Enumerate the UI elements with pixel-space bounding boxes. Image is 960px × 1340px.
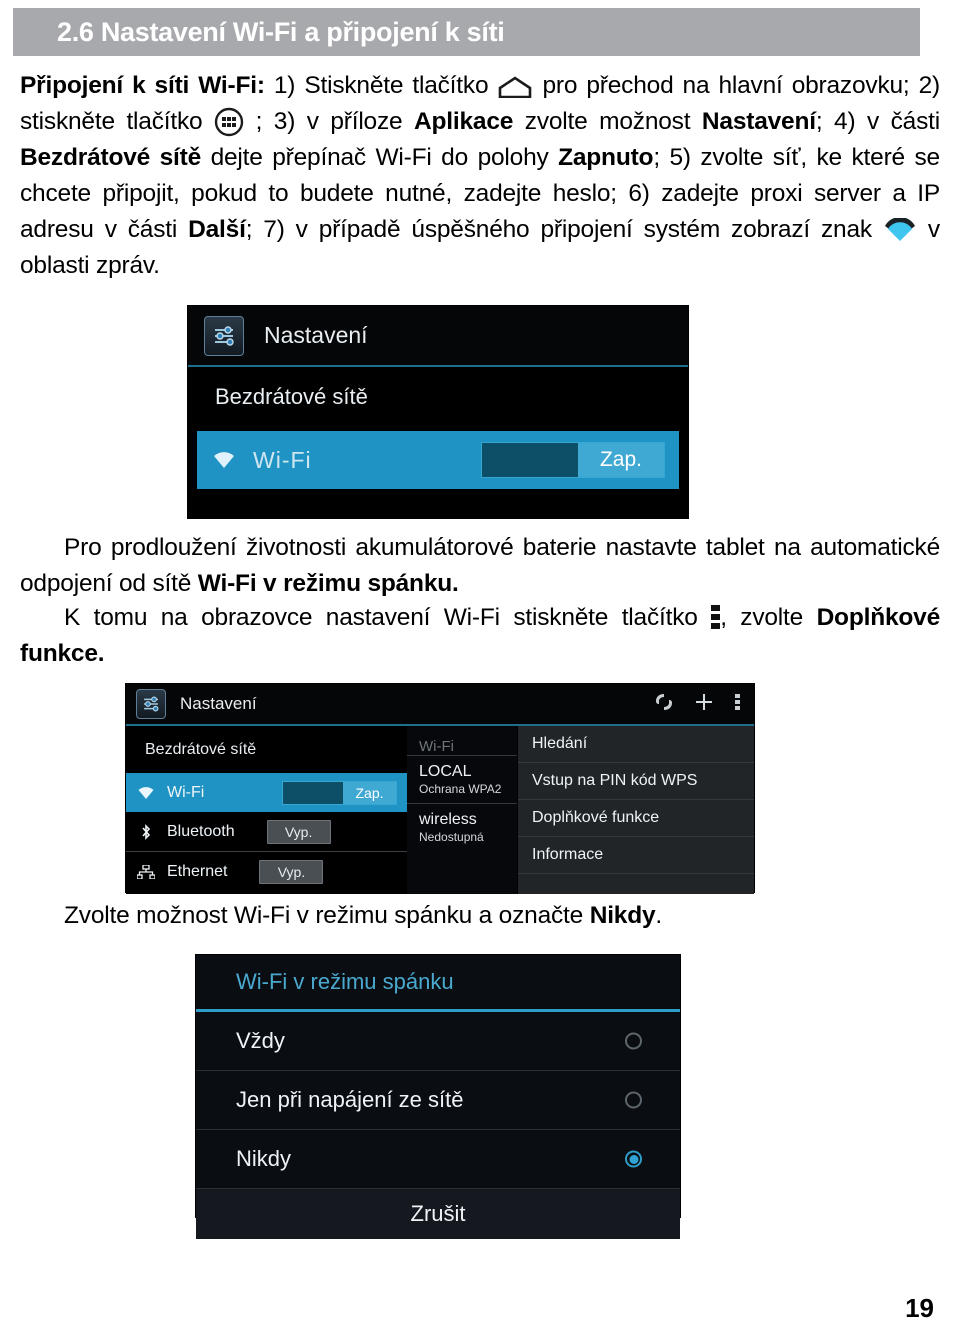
network-status: Ochrana WPA2 bbox=[419, 782, 502, 796]
p1-d: zvolte možnost bbox=[513, 108, 702, 135]
row-label: Wi-Fi bbox=[167, 783, 205, 801]
p1-bold-dalsi: Další bbox=[188, 216, 246, 243]
menu-item-informace[interactable]: Informace bbox=[518, 837, 754, 874]
network-item[interactable]: LOCAL Ochrana WPA2 bbox=[407, 755, 517, 803]
network-list: Wi-Fi LOCAL Ochrana WPA2 wireless Nedost… bbox=[407, 726, 517, 894]
ethernet-toggle[interactable]: Vyp. bbox=[259, 859, 324, 884]
home-icon bbox=[497, 76, 533, 98]
p1-bold-aplikace: Aplikace bbox=[414, 108, 514, 135]
settings-sliders-icon bbox=[136, 689, 166, 719]
p3-c: funkce. bbox=[20, 640, 105, 667]
app-bar-title: Nastavení bbox=[264, 322, 368, 348]
wifi-toggle[interactable]: Zap. bbox=[282, 780, 397, 805]
section-label: Bezdrátové sítě bbox=[215, 384, 368, 409]
p1-bold-zapnuto: Zapnuto bbox=[558, 144, 654, 171]
section-label: Bezdrátové sítě bbox=[145, 740, 257, 758]
option-jen-pri-napajeni[interactable]: Jen při napájení ze sítě bbox=[196, 1071, 680, 1130]
p1-e: ; 4) v části bbox=[815, 108, 940, 135]
network-name: LOCAL bbox=[419, 763, 472, 780]
row-wifi[interactable]: Wi-Fi Zap. bbox=[126, 773, 407, 812]
option-label: Jen při napájení ze sítě bbox=[236, 1087, 464, 1112]
p2-a: Pro prodloužení životnosti akumulátorové… bbox=[20, 534, 940, 597]
wifi-icon bbox=[211, 451, 237, 469]
page-number: 19 bbox=[905, 1293, 934, 1323]
p1-f: dejte přepínač Wi-Fi do polohy bbox=[201, 144, 559, 171]
option-nikdy[interactable]: Nikdy bbox=[196, 1130, 680, 1189]
settings-body: Bezdrátové sítě Wi-Fi Zap. Bluetooth Vyp… bbox=[126, 726, 754, 894]
app-bar-title: Nastavení bbox=[180, 694, 257, 713]
row-label: Ethernet bbox=[167, 862, 228, 880]
p3-a: K tomu na obrazovce nastavení Wi-Fi stis… bbox=[64, 604, 712, 631]
p3-bold-doplnkove: Doplňkové bbox=[816, 604, 941, 631]
p4-a: Zvolte možnost Wi-Fi v režimu spánku a o… bbox=[64, 902, 590, 929]
wifi-toggle-state: Zap. bbox=[578, 443, 664, 477]
p3-b: , zvolte bbox=[720, 604, 817, 631]
wifi-toggle[interactable]: Zap. bbox=[481, 442, 665, 478]
row-label: Bluetooth bbox=[167, 822, 235, 840]
p1-h: ; 7) v případě úspěšného připojení systé… bbox=[245, 216, 883, 243]
section-wireless: Bezdrátové sítě bbox=[126, 726, 407, 773]
paragraph-connect-wifi: Připojení k síti Wi-Fi: 1) Stiskněte tla… bbox=[20, 68, 940, 284]
p1-a: 1) Stiskněte tlačítko bbox=[264, 72, 498, 99]
app-bar: Nastavení bbox=[126, 684, 754, 726]
screenshot-wifi-settings-menu: Nastavení Bezdrátové sítě Wi-Fi Zap. Blu… bbox=[126, 684, 754, 894]
overflow-menu-icon[interactable] bbox=[735, 693, 740, 716]
paragraph-battery-life: Pro prodloužení životnosti akumulátorové… bbox=[20, 530, 940, 602]
wps-scan-icon[interactable] bbox=[655, 693, 673, 716]
wifi-signal-icon bbox=[883, 217, 917, 241]
wifi-icon bbox=[136, 786, 156, 800]
p1-bold-bezdratove: Bezdrátové sítě bbox=[20, 144, 202, 171]
radio-button-selected[interactable] bbox=[625, 1150, 642, 1168]
paragraph-select-never: Zvolte možnost Wi-Fi v režimu spánku a o… bbox=[20, 898, 940, 934]
section-banner: 2.6 Nastavení Wi-Fi a připojení k síti bbox=[13, 8, 920, 56]
radio-button[interactable] bbox=[625, 1091, 642, 1109]
add-network-icon[interactable] bbox=[695, 693, 713, 716]
network-list-header: Wi-Fi bbox=[419, 738, 454, 755]
option-label: Nikdy bbox=[236, 1146, 292, 1171]
settings-left-column: Bezdrátové sítě Wi-Fi Zap. Bluetooth Vyp… bbox=[126, 726, 407, 894]
app-bar-actions bbox=[655, 693, 740, 716]
paragraph-open-advanced: K tomu na obrazovce nastavení Wi-Fi stis… bbox=[20, 600, 940, 672]
dialog-title: Wi-Fi v režimu spánku bbox=[196, 955, 680, 1012]
p2-bold-wifi-sleep: Wi-Fi v režimu spánku. bbox=[197, 570, 459, 597]
menu-item-advanced[interactable]: Doplňkové funkce bbox=[518, 800, 754, 837]
ethernet-icon bbox=[136, 864, 156, 879]
p4-bold-nikdy: Nikdy bbox=[589, 902, 656, 929]
settings-sliders-icon bbox=[204, 315, 244, 356]
bluetooth-icon bbox=[136, 823, 156, 840]
paragraph-lead: Připojení k síti Wi-Fi: bbox=[20, 72, 265, 99]
menu-item-hledani[interactable]: Hledání bbox=[518, 726, 754, 763]
cancel-button[interactable]: Zrušit bbox=[196, 1189, 680, 1239]
menu-item-wps-pin[interactable]: Vstup na PIN kód WPS bbox=[518, 763, 754, 800]
app-bar: Nastavení bbox=[188, 306, 688, 367]
p1-c: ; 3) v příloze bbox=[244, 108, 415, 135]
option-vzdy[interactable]: Vždy bbox=[196, 1012, 680, 1071]
page-title: 2.6 Nastavení Wi-Fi a připojení k síti bbox=[57, 16, 505, 47]
screenshot-wifi-sleep-dialog: Wi-Fi v režimu spánku Vždy Jen při napáj… bbox=[196, 955, 680, 1239]
overflow-dropdown-menu: Hledání Vstup na PIN kód WPS Doplňkové f… bbox=[517, 726, 754, 894]
network-item[interactable]: wireless Nedostupná bbox=[407, 803, 517, 851]
network-status: Nedostupná bbox=[419, 830, 484, 844]
row-wifi[interactable]: Wi-Fi Zap. bbox=[197, 431, 679, 489]
row-wifi-label: Wi-Fi bbox=[253, 446, 312, 473]
apps-grid-icon bbox=[214, 107, 244, 137]
p1-bold-nastaveni: Nastavení bbox=[701, 108, 816, 135]
screenshot-settings-wifi-toggle: Nastavení Bezdrátové sítě Wi-Fi Zap. bbox=[188, 306, 688, 518]
section-wireless: Bezdrátové sítě bbox=[188, 367, 688, 427]
row-ethernet[interactable]: Ethernet Vyp. bbox=[126, 851, 407, 891]
network-name: wireless bbox=[419, 811, 477, 828]
radio-button[interactable] bbox=[625, 1032, 642, 1050]
overflow-menu-icon bbox=[711, 605, 721, 629]
wifi-toggle-state: Zap. bbox=[343, 781, 396, 804]
option-label: Vždy bbox=[236, 1028, 285, 1053]
bluetooth-toggle[interactable]: Vyp. bbox=[266, 819, 331, 844]
p4-b: . bbox=[655, 902, 663, 929]
row-bluetooth[interactable]: Bluetooth Vyp. bbox=[126, 812, 407, 851]
